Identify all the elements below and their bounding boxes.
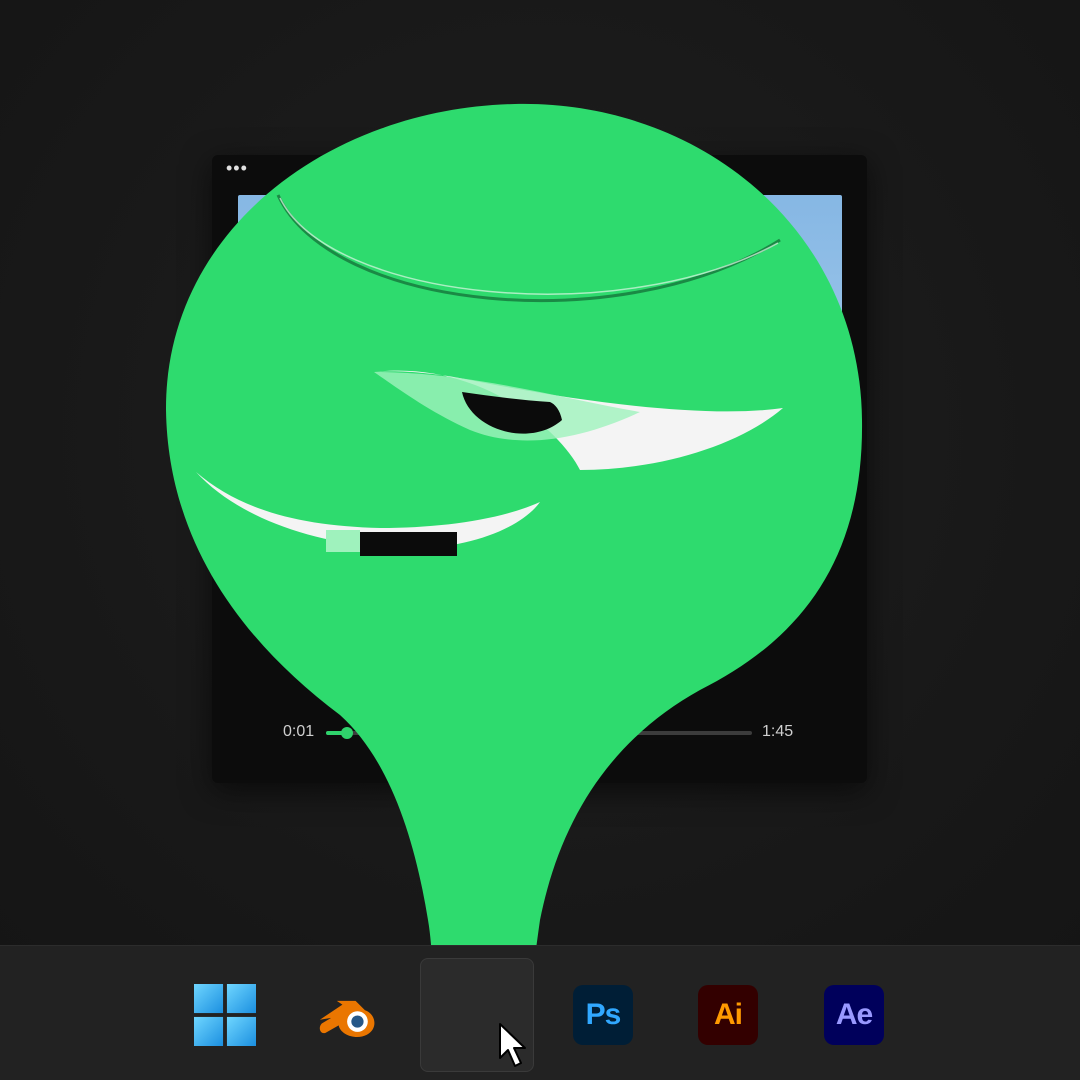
photoshop-button[interactable]: Ps <box>572 984 634 1046</box>
windows-logo-icon <box>194 984 256 1046</box>
windows-start-button[interactable] <box>194 984 256 1046</box>
desktop: ••• 0:01 1:45 Ps Ai Ae <box>0 0 1080 1080</box>
photoshop-icon: Ps <box>573 985 633 1045</box>
after-effects-icon: Ae <box>824 985 884 1045</box>
more-options-icon[interactable]: ••• <box>226 159 248 177</box>
taskbar: Ps Ai Ae <box>0 945 1080 1080</box>
after-effects-button[interactable]: Ae <box>823 984 885 1046</box>
mouse-pointer-icon <box>499 1023 526 1067</box>
illustrator-icon: Ai <box>698 985 758 1045</box>
blender-icon <box>319 1000 375 1037</box>
video-frame[interactable] <box>238 195 842 537</box>
seek-bar-thumb[interactable] <box>341 727 354 739</box>
total-time: 1:45 <box>762 723 794 740</box>
illustrator-button[interactable]: Ai <box>697 984 759 1046</box>
seek-bar[interactable] <box>326 727 752 739</box>
current-time: 0:01 <box>283 723 315 740</box>
media-player-window: ••• 0:01 1:45 <box>212 155 867 783</box>
blender-button[interactable] <box>318 984 380 1046</box>
